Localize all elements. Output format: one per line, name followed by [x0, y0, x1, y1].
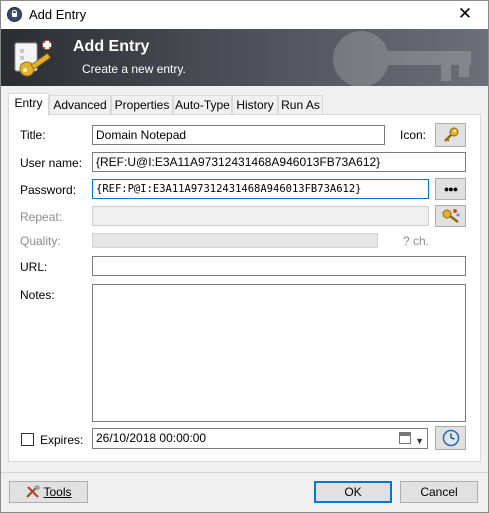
clock-icon: [442, 429, 459, 447]
quality-bar: [92, 233, 378, 248]
tab-properties[interactable]: Properties: [111, 95, 173, 115]
password-label: Password:: [20, 183, 77, 197]
tools-label: Tools: [43, 485, 72, 499]
username-label: User name:: [20, 156, 83, 170]
title-bar: Add Entry ✕: [1, 1, 488, 29]
quality-label: Quality:: [20, 234, 61, 248]
banner-subtitle: Create a new entry.: [82, 62, 186, 76]
password-generator-icon: [442, 209, 459, 223]
footer-separator: [1, 472, 488, 473]
repeat-password-field: [92, 206, 429, 226]
cancel-button[interactable]: Cancel: [400, 481, 478, 503]
expires-checkbox[interactable]: [21, 433, 34, 446]
repeat-label: Repeat:: [20, 210, 63, 224]
dropdown-arrow-icon[interactable]: ▼: [415, 432, 424, 451]
show-password-icon[interactable]: ●●●: [435, 178, 466, 200]
title-label: Title:: [20, 128, 46, 142]
quality-chars: ? ch.: [403, 234, 430, 248]
icon-label: Icon:: [400, 128, 427, 142]
password-field[interactable]: {REF:P@I:E3A11A97312431468A946013FB73A61…: [92, 179, 429, 199]
app-lock-icon: [7, 7, 22, 22]
banner-title: Add Entry: [73, 38, 150, 55]
password-generator-button[interactable]: [435, 205, 466, 227]
tab-advanced[interactable]: Advanced: [49, 95, 111, 115]
expiry-date-value: 26/10/2018 00:00:00: [96, 431, 207, 445]
close-icon[interactable]: ✕: [442, 1, 488, 29]
icon-picker-button[interactable]: [435, 123, 466, 147]
expiry-presets-button[interactable]: [435, 426, 466, 450]
banner-decoration-icon: [333, 31, 471, 86]
expiry-date-picker[interactable]: 26/10/2018 00:00:00 ▼: [92, 428, 428, 449]
title-field[interactable]: Domain Notepad: [92, 125, 385, 145]
banner: Add Entry Create a new entry.: [1, 29, 488, 86]
username-field[interactable]: {REF:U@I:E3A11A97312431468A946013FB73A61…: [92, 152, 466, 172]
tab-auto-type[interactable]: Auto-Type: [173, 95, 232, 115]
calendar-icon: [399, 432, 411, 444]
tools-button[interactable]: Tools: [9, 481, 88, 503]
tab-history[interactable]: History: [232, 95, 278, 115]
window-title: Add Entry: [29, 7, 87, 22]
notes-label: Notes:: [20, 288, 55, 302]
add-entry-dialog: Add Entry ✕ Add Entry Create a new entry…: [0, 0, 489, 513]
tools-icon: [26, 484, 42, 498]
key-icon: [443, 127, 458, 142]
key-banner-icon: [14, 40, 52, 77]
expires-label: Expires:: [40, 433, 84, 447]
ok-button[interactable]: OK: [314, 481, 392, 503]
url-field[interactable]: [92, 256, 466, 276]
tab-run-as[interactable]: Run As: [278, 95, 323, 115]
url-label: URL:: [20, 260, 48, 274]
notes-field[interactable]: [92, 284, 466, 422]
tab-entry[interactable]: Entry: [8, 93, 49, 116]
